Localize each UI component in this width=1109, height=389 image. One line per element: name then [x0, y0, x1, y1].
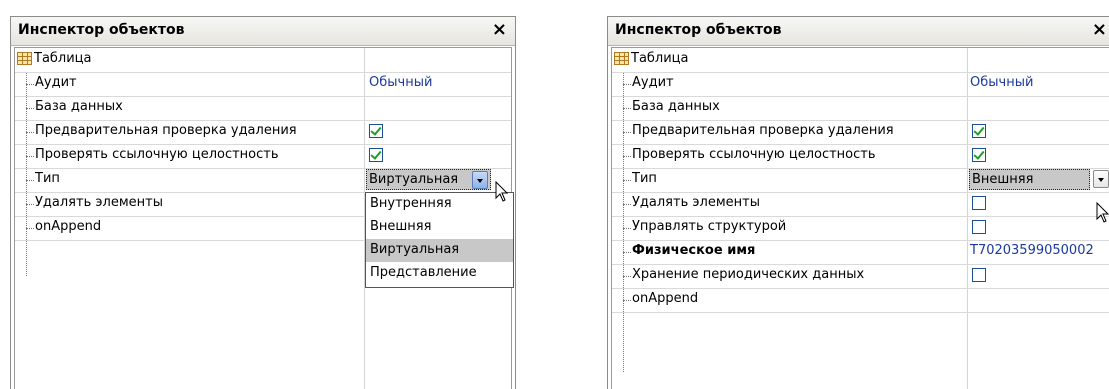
property-checkbox[interactable]	[972, 268, 986, 282]
type-combobox[interactable]: Внешняя	[969, 169, 1090, 190]
combobox-value: Внешняя	[972, 172, 1034, 187]
tree-root-label: Таблица	[34, 51, 92, 66]
dropdown-option-label: Внешняя	[370, 219, 432, 234]
property-name: onAppend	[35, 219, 102, 234]
close-icon[interactable]: ×	[1092, 20, 1107, 40]
property-name: Физическое имя	[632, 243, 756, 258]
property-name: Предварительная проверка удаления	[632, 123, 894, 138]
combobox-value: Виртуальная	[369, 172, 459, 187]
property-name: Аудит	[35, 75, 77, 90]
property-row-audit[interactable]: Аудит Обычный	[612, 72, 1109, 97]
mouse-cursor-icon	[1096, 202, 1109, 223]
dropdown-option-label: Представление	[370, 265, 477, 280]
property-row-type[interactable]: Тип Внешняя	[612, 168, 1109, 193]
table-icon	[17, 52, 32, 65]
property-row-delete-elements[interactable]: Удалять элементы	[612, 192, 1109, 217]
inspector-title: Инспектор объектов	[18, 22, 185, 38]
property-row-physical-name[interactable]: Физическое имя T70203599050002	[612, 240, 1109, 265]
table-icon	[614, 52, 629, 65]
tree-connector	[26, 228, 34, 229]
inspector-title: Инспектор объектов	[615, 22, 782, 38]
tree-connector	[623, 132, 631, 133]
property-name: Проверять ссылочную целостность	[35, 147, 279, 162]
property-row-audit[interactable]: Аудит Обычный	[15, 72, 511, 97]
dropdown-option-label: Внутренняя	[370, 196, 452, 211]
tree-root-row[interactable]: Таблица	[612, 48, 1109, 73]
chevron-down-icon[interactable]	[472, 171, 488, 189]
property-name: Аудит	[632, 75, 674, 90]
tree-root-row[interactable]: Таблица	[15, 48, 511, 73]
property-row-database[interactable]: База данных	[15, 96, 511, 121]
property-row-pre-check-delete[interactable]: Предварительная проверка удаления	[15, 120, 511, 145]
tree-connector	[623, 252, 631, 253]
tree-connector	[623, 204, 631, 205]
tree-connector	[26, 180, 34, 181]
tree-connector	[623, 300, 631, 301]
tree-connector	[26, 204, 34, 205]
tree-connector	[623, 276, 631, 277]
property-checkbox[interactable]	[972, 220, 986, 234]
property-grid: Таблица Аудит Обычный База данных Предва…	[611, 47, 1109, 389]
property-name: Проверять ссылочную целостность	[632, 147, 876, 162]
property-name: Тип	[632, 171, 657, 186]
type-combobox[interactable]: Виртуальная	[366, 169, 491, 190]
property-value[interactable]: Обычный	[970, 75, 1033, 90]
tree-connector	[26, 156, 34, 157]
dropdown-option[interactable]: Представление	[366, 262, 513, 285]
property-name: Удалять элементы	[632, 195, 760, 210]
inspector-title-bar: Инспектор объектов ×	[608, 17, 1109, 46]
property-checkbox[interactable]	[972, 196, 986, 210]
property-row-manage-structure[interactable]: Управлять структурой	[612, 216, 1109, 241]
tree-connector	[623, 108, 631, 109]
property-name: Управлять структурой	[632, 219, 787, 234]
tree-connector	[623, 180, 631, 181]
object-inspector-panel-left: Инспектор объектов × Таблица Аудит Обычн…	[10, 16, 516, 389]
property-row-check-ref-integrity[interactable]: Проверять ссылочную целостность	[15, 144, 511, 169]
property-value[interactable]: T70203599050002	[970, 243, 1094, 258]
property-checkbox[interactable]	[972, 124, 986, 138]
property-row-type[interactable]: Тип Виртуальная	[15, 168, 511, 193]
dropdown-option-label: Виртуальная	[370, 242, 460, 257]
property-row-check-ref-integrity[interactable]: Проверять ссылочную целостность	[612, 144, 1109, 169]
dropdown-option[interactable]: Внешняя	[366, 216, 513, 239]
mouse-cursor-icon	[495, 181, 509, 202]
property-row-periodic-storage[interactable]: Хранение периодических данных	[612, 264, 1109, 289]
close-icon[interactable]: ×	[492, 20, 507, 40]
tree-connector	[623, 84, 631, 85]
dropdown-option[interactable]: Внутренняя	[366, 193, 513, 216]
type-dropdown-list: Внутренняя Внешняя Виртуальная Представл…	[365, 192, 514, 288]
property-row-database[interactable]: База данных	[612, 96, 1109, 121]
property-checkbox[interactable]	[369, 124, 383, 138]
tree-connector	[623, 228, 631, 229]
property-row-pre-check-delete[interactable]: Предварительная проверка удаления	[612, 120, 1109, 145]
property-name: onAppend	[632, 291, 699, 306]
dropdown-option-selected[interactable]: Виртуальная	[366, 239, 513, 262]
tree-connector	[26, 84, 34, 85]
property-checkbox[interactable]	[972, 148, 986, 162]
object-inspector-panel-right: Инспектор объектов × Таблица Аудит Обычн…	[607, 16, 1109, 389]
chevron-down-icon[interactable]	[1093, 170, 1109, 188]
property-grid: Таблица Аудит Обычный База данных Предва…	[14, 47, 514, 389]
property-name: Хранение периодических данных	[632, 267, 865, 282]
property-name: Удалять элементы	[35, 195, 163, 210]
tree-connector	[26, 108, 34, 109]
property-name: База данных	[35, 99, 123, 114]
tree-connector	[623, 156, 631, 157]
tree-connector	[26, 132, 34, 133]
property-value[interactable]: Обычный	[369, 75, 432, 90]
inspector-title-bar: Инспектор объектов ×	[11, 17, 515, 46]
property-row-on-append[interactable]: onAppend	[612, 288, 1109, 313]
tree-root-label: Таблица	[631, 51, 689, 66]
property-checkbox[interactable]	[369, 148, 383, 162]
property-name: Тип	[35, 171, 60, 186]
property-name: База данных	[632, 99, 720, 114]
property-name: Предварительная проверка удаления	[35, 123, 297, 138]
